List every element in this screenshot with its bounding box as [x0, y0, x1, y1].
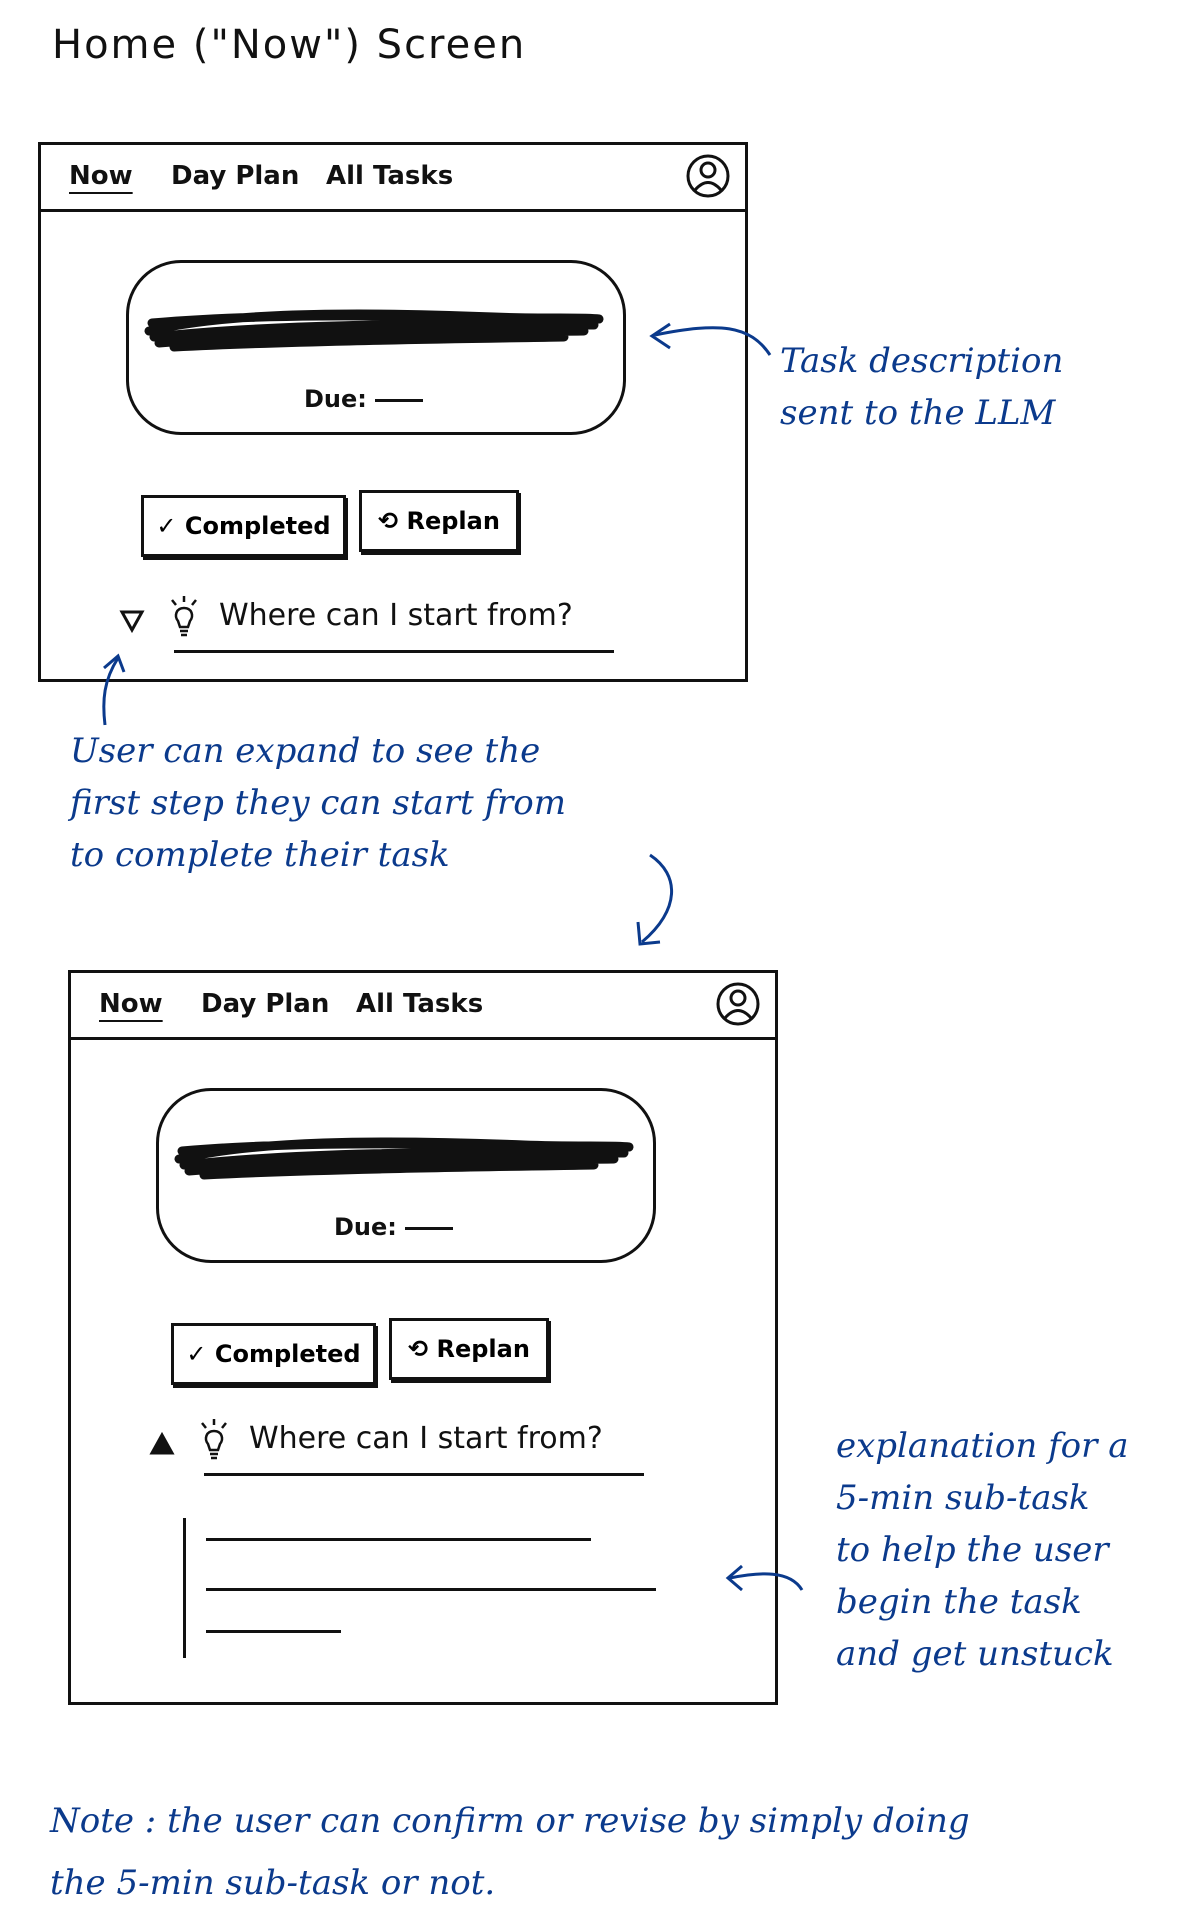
nav-tab-day-plan[interactable]: Day Plan: [201, 989, 329, 1019]
page-title: Home ("Now") Screen: [52, 22, 527, 68]
due-row: Due:: [334, 1213, 453, 1241]
start-hint-label: Where can I start from?: [249, 1421, 603, 1456]
nav-tab-all-tasks[interactable]: All Tasks: [356, 989, 483, 1019]
subtask-text-line: [206, 1538, 591, 1541]
arrow-to-task-card: [649, 322, 772, 356]
arrow-down-to-expanded: [636, 853, 674, 946]
annotation-expand: User can expand to see the first step th…: [70, 731, 567, 875]
lightbulb-icon: [171, 596, 197, 637]
completed-button[interactable]: ✓ Completed: [171, 1323, 376, 1385]
due-value-blank: [374, 398, 423, 402]
task-card: Due:: [156, 1088, 656, 1263]
hint-underline: [204, 1473, 644, 1476]
navbar: Now Day Plan All Tasks: [41, 145, 745, 212]
due-row: Due:: [304, 385, 423, 413]
subtask-text-line: [206, 1630, 341, 1633]
completed-button[interactable]: ✓ Completed: [141, 495, 346, 557]
lightbulb-icon: [201, 1419, 227, 1460]
avatar-icon[interactable]: [685, 153, 731, 199]
mockup-expanded: Now Day Plan All Tasks Due: ✓ Completed …: [68, 970, 778, 1705]
due-label: Due:: [334, 1213, 397, 1241]
replan-button[interactable]: ⟲ Replan: [389, 1318, 549, 1380]
start-hint-row[interactable]: Where can I start from?: [149, 1413, 709, 1476]
subtask-text-line: [206, 1588, 656, 1591]
task-card: Due:: [126, 260, 626, 435]
hint-underline: [174, 650, 614, 653]
annotation-explanation: explanation for a 5-min sub-task to help…: [836, 1426, 1129, 1674]
subtask-explanation-panel: [183, 1518, 656, 1658]
redacted-task-description: [174, 1137, 634, 1180]
avatar-icon[interactable]: [715, 981, 761, 1027]
start-hint-label: Where can I start from?: [219, 598, 573, 633]
triangle-down-icon[interactable]: [119, 608, 145, 634]
replan-button[interactable]: ⟲ Replan: [359, 490, 519, 552]
nav-tab-now[interactable]: Now: [99, 989, 163, 1019]
nav-tab-all-tasks[interactable]: All Tasks: [326, 161, 453, 191]
due-value-blank: [404, 1226, 453, 1230]
arrow-to-expand-toggle: [102, 653, 126, 726]
nav-tab-day-plan[interactable]: Day Plan: [171, 161, 299, 191]
nav-tab-now[interactable]: Now: [69, 161, 133, 191]
annotation-task-description: Task description sent to the LLM: [780, 341, 1064, 433]
annotation-note: Note : the user can confirm or revise by…: [50, 1801, 970, 1903]
due-label: Due:: [304, 385, 367, 413]
start-hint-row[interactable]: Where can I start from?: [119, 590, 679, 653]
mockup-collapsed: Now Day Plan All Tasks Due: ✓ Completed …: [38, 142, 748, 682]
arrow-to-subtask-panel: [725, 1564, 804, 1592]
navbar: Now Day Plan All Tasks: [71, 973, 775, 1040]
redacted-task-description: [144, 309, 604, 352]
triangle-up-icon[interactable]: [149, 1431, 175, 1457]
